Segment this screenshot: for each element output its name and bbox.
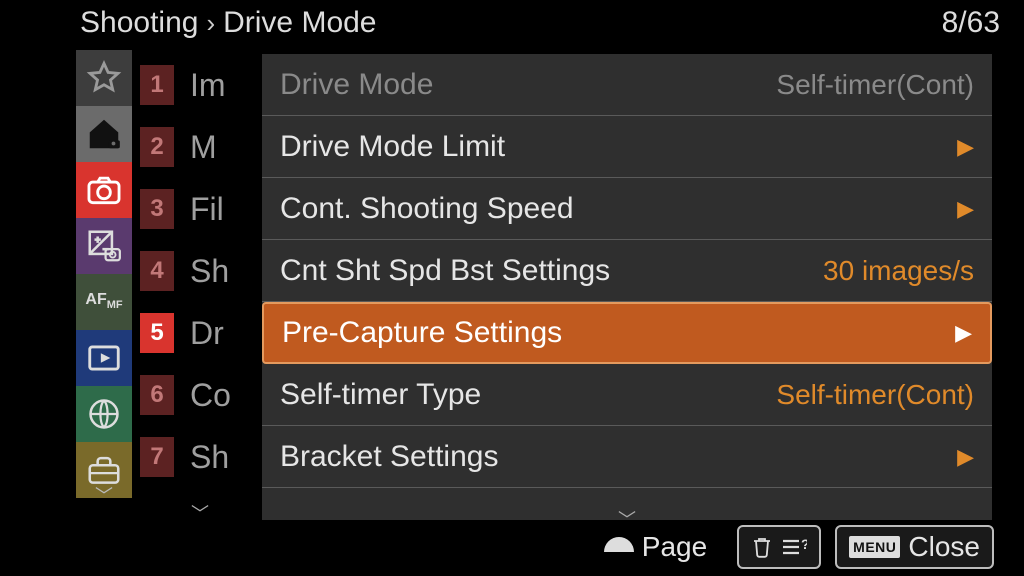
page-tab-text: M (190, 129, 217, 166)
setting-cnt-sht-spd-bst[interactable]: Cnt Sht Spd Bst Settings 30 images/s (262, 240, 992, 302)
chevron-down-icon: ﹀ (140, 500, 260, 520)
setting-cont-shooting-speed[interactable]: Cont. Shooting Speed ▶ (262, 178, 992, 240)
home-icon (85, 115, 123, 153)
page-tab[interactable]: 4 Sh (140, 240, 260, 302)
setting-value: 30 images/s (823, 255, 974, 287)
page-counter: 8/63 (942, 6, 1000, 40)
page-tab-text: Sh (190, 439, 229, 476)
page-tab-number: 4 (140, 251, 174, 291)
page-tab-number: 1 (140, 65, 174, 105)
category-setup[interactable] (76, 442, 132, 498)
setting-bracket-settings[interactable]: Bracket Settings ▶ (262, 426, 992, 488)
page-tab-number: 6 (140, 375, 174, 415)
page-tab[interactable]: 6 Co (140, 364, 260, 426)
category-focus[interactable]: AFMF (76, 274, 132, 330)
category-shooting[interactable] (76, 162, 132, 218)
afmf-icon: AFMF (85, 292, 122, 311)
category-network[interactable] (76, 386, 132, 442)
page-label: Page (642, 531, 707, 563)
svg-text:?: ? (801, 536, 807, 552)
setting-value: Self-timer(Cont) (776, 69, 974, 101)
page-tab[interactable]: 3 Fil (140, 178, 260, 240)
setting-self-timer-type[interactable]: Self-timer Type Self-timer(Cont) (262, 364, 992, 426)
category-exposure[interactable] (76, 218, 132, 274)
trash-icon (751, 535, 773, 559)
setting-label: Bracket Settings (280, 440, 498, 474)
page-control[interactable]: Page (602, 531, 707, 563)
page-tab-text: Co (190, 377, 231, 414)
globe-icon (85, 395, 123, 433)
close-button[interactable]: MENU Close (835, 525, 994, 569)
page-tab-text: Sh (190, 253, 229, 290)
category-favorite[interactable] (76, 50, 132, 106)
setting-label: Self-timer Type (280, 378, 481, 412)
page-tab-text: Fil (190, 191, 224, 228)
page-tab-number: 2 (140, 127, 174, 167)
setting-drive-mode-limit[interactable]: Drive Mode Limit ▶ (262, 116, 992, 178)
setting-label: Drive Mode (280, 68, 433, 102)
setting-pre-capture[interactable]: Pre-Capture Settings ▶ (262, 302, 992, 364)
chevron-right-icon: ▶ (957, 444, 974, 470)
close-label: Close (908, 531, 980, 563)
setting-label: Cnt Sht Spd Bst Settings (280, 254, 610, 288)
page-tab[interactable]: 7 Sh (140, 426, 260, 488)
dial-icon (602, 536, 636, 558)
setting-label: Cont. Shooting Speed (280, 192, 574, 226)
exposure-icon (85, 227, 123, 265)
chevron-right-icon: › (206, 8, 215, 39)
settings-panel: Drive Mode Self-timer(Cont) Drive Mode L… (262, 54, 992, 520)
star-icon (85, 59, 123, 97)
page-tab[interactable]: 1 Im (140, 54, 260, 116)
toolbox-icon (85, 451, 123, 489)
breadcrumb-bar: Shooting › Drive Mode 8/63 (0, 6, 1024, 46)
category-home[interactable] (76, 106, 132, 162)
page-tab-number: 5 (140, 313, 174, 353)
setting-label: Drive Mode Limit (280, 130, 505, 164)
page-tab-column: 1 Im 2M 3 Fil 4 Sh 5 Dr 6 Co 7 Sh ﹀ (140, 54, 260, 520)
breadcrumb: Shooting › Drive Mode (80, 6, 377, 40)
page-tab-text: Dr (190, 315, 224, 352)
page-tab[interactable]: 5 Dr (140, 302, 260, 364)
chevron-right-icon: ▶ (957, 196, 974, 222)
breadcrumb-page: Drive Mode (223, 6, 376, 40)
chevron-right-icon: ▶ (957, 134, 974, 160)
help-lines-icon: ? (781, 536, 807, 558)
page-tab-text: Im (190, 67, 226, 104)
setting-value: Self-timer(Cont) (776, 379, 974, 411)
chevron-right-icon: ▶ (955, 320, 972, 346)
category-playback[interactable] (76, 330, 132, 386)
bottom-bar: Page ? MENU Close (0, 522, 1024, 572)
page-tab[interactable]: 2M (140, 116, 260, 178)
category-icon-strip: ︿ AFMF ﹀ (76, 50, 132, 498)
menu-icon: MENU (849, 536, 900, 558)
camera-icon (85, 171, 123, 209)
page-tab-number: 3 (140, 189, 174, 229)
breadcrumb-section: Shooting (80, 6, 198, 40)
setting-drive-mode: Drive Mode Self-timer(Cont) (262, 54, 992, 116)
help-button[interactable]: ? (737, 525, 821, 569)
setting-label: Pre-Capture Settings (282, 316, 562, 350)
page-tab-number: 7 (140, 437, 174, 477)
playback-icon (85, 339, 123, 377)
